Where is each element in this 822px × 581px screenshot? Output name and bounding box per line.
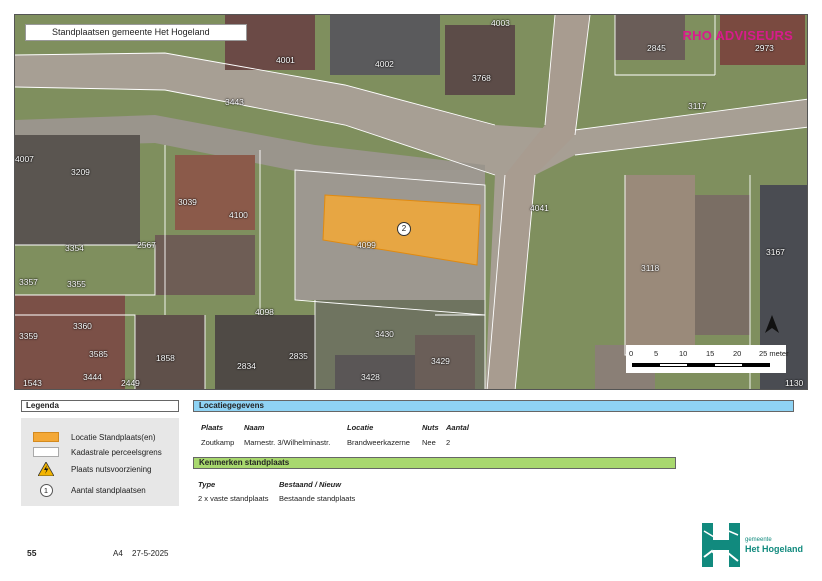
page-number: 55 bbox=[27, 548, 37, 558]
parcel-label: 3428 bbox=[361, 372, 380, 382]
number-circle-icon: 1 bbox=[33, 483, 59, 497]
warning-icon bbox=[33, 462, 59, 476]
parcel-label: 3360 bbox=[73, 321, 92, 331]
parcel-label: 2973 bbox=[755, 43, 774, 53]
parcel-label: 3209 bbox=[71, 167, 90, 177]
legend: Locatie Standplaats(en) Kadastrale perce… bbox=[21, 418, 179, 506]
aerial-photo bbox=[15, 15, 807, 389]
north-arrow-icon bbox=[765, 315, 779, 333]
parcel-label: 1543 bbox=[23, 378, 42, 388]
parcel-label: 4001 bbox=[276, 55, 295, 65]
cell-aantal: 2 bbox=[446, 438, 451, 447]
cell-type: 2 x vaste standplaats bbox=[198, 494, 269, 503]
parcel-label: 3354 bbox=[65, 243, 84, 253]
parcel-label: 3444 bbox=[83, 372, 102, 382]
legend-item: Plaats nutsvoorziening bbox=[33, 462, 152, 476]
map-view[interactable]: Standplaatsen gemeente Het Hogeland RHO … bbox=[14, 14, 808, 390]
parcel-label: 4007 bbox=[15, 154, 34, 164]
municipality-logo-icon bbox=[702, 523, 740, 567]
parcel-label: 4002 bbox=[375, 59, 394, 69]
white-swatch-icon bbox=[33, 446, 59, 458]
cell-bestaand: Bestaande standplaats bbox=[279, 494, 356, 503]
parcel-label: 3585 bbox=[89, 349, 108, 359]
parcel-label: 4099 bbox=[357, 240, 376, 250]
cell-locatie: Brandweerkazerne bbox=[347, 438, 410, 447]
orange-swatch-icon bbox=[33, 431, 59, 443]
map-title: Standplaatsen gemeente Het Hogeland bbox=[25, 24, 247, 41]
scale-tick-label: 25 meter bbox=[759, 349, 789, 358]
parcel-label: 2567 bbox=[137, 240, 156, 250]
column-header-locatie: Locatie bbox=[347, 423, 374, 432]
parcel-label: 2834 bbox=[237, 361, 256, 371]
column-header-plaats: Plaats bbox=[201, 423, 224, 432]
legend-item: Kadastrale perceelsgrens bbox=[33, 445, 162, 459]
column-header-naam: Naam bbox=[244, 423, 265, 432]
parcel-label: 3357 bbox=[19, 277, 38, 287]
parcel-label: 3039 bbox=[178, 197, 197, 207]
characteristics-section-title: Kenmerken standplaats bbox=[193, 457, 676, 469]
logo-subtitle: gemeente bbox=[745, 537, 772, 543]
cell-naam: Marnestr. 3/Wilhelminastr. bbox=[244, 438, 331, 447]
parcel-label: 3118 bbox=[641, 263, 660, 273]
legend-item-label: Aantal standplaatsen bbox=[71, 485, 146, 495]
parcel-label: 3167 bbox=[766, 247, 785, 257]
scale-bar-segments bbox=[632, 363, 770, 367]
legend-item-label: Plaats nutsvoorziening bbox=[71, 464, 152, 474]
scale-tick-label: 5 bbox=[654, 349, 659, 358]
parcel-label: 2835 bbox=[289, 351, 308, 361]
parcel-label: 1858 bbox=[156, 353, 175, 363]
column-header-type: Type bbox=[198, 480, 216, 489]
parcel-label: 4100 bbox=[229, 210, 248, 220]
parcel-label: 3443 bbox=[225, 97, 244, 107]
location-section-title: Locatiegegevens bbox=[193, 400, 794, 412]
legend-item-label: Locatie Standplaats(en) bbox=[71, 432, 156, 442]
scale-bar: 0 5 10 15 20 25 meter bbox=[626, 345, 789, 373]
brand-logo-text: RHO ADVISEURS bbox=[682, 28, 793, 43]
scale-tick-label: 20 bbox=[733, 349, 742, 358]
cell-plaats: Zoutkamp bbox=[201, 438, 235, 447]
parcel-label: 4041 bbox=[530, 203, 549, 213]
legend-item: Locatie Standplaats(en) bbox=[33, 430, 156, 444]
legend-item-label: Kadastrale perceelsgrens bbox=[71, 447, 162, 457]
cell-nuts: Nee bbox=[422, 438, 436, 447]
parcel-label: 4003 bbox=[491, 18, 510, 28]
parcel-label: 1130 bbox=[785, 378, 804, 388]
legend-item: 1 Aantal standplaatsen bbox=[33, 483, 146, 497]
column-header-aantal: Aantal bbox=[446, 423, 469, 432]
scale-tick-label: 15 bbox=[706, 349, 715, 358]
parcel-label: 3117 bbox=[688, 101, 707, 111]
parcel-label: 3355 bbox=[67, 279, 86, 289]
parcel-label: 2449 bbox=[121, 378, 140, 388]
paper-size: A4 bbox=[113, 549, 123, 558]
column-header-nuts: Nuts bbox=[422, 423, 439, 432]
parcel-label: 3768 bbox=[472, 73, 491, 83]
parcel-label: 3359 bbox=[19, 331, 38, 341]
parcel-label: 3429 bbox=[431, 356, 450, 366]
column-header-bestaand: Bestaand / Nieuw bbox=[279, 480, 342, 489]
parcel-label: 3430 bbox=[375, 329, 394, 339]
document-date: 27-5-2025 bbox=[132, 549, 169, 558]
parcel-label: 4098 bbox=[255, 307, 274, 317]
logo-title: Het Hogeland bbox=[745, 544, 804, 554]
scale-tick-label: 10 bbox=[679, 349, 688, 358]
scale-tick-label: 0 bbox=[629, 349, 634, 358]
legend-title: Legenda bbox=[21, 400, 179, 412]
parcel-label: 2845 bbox=[647, 43, 666, 53]
site-count-marker[interactable]: 2 bbox=[397, 222, 411, 236]
